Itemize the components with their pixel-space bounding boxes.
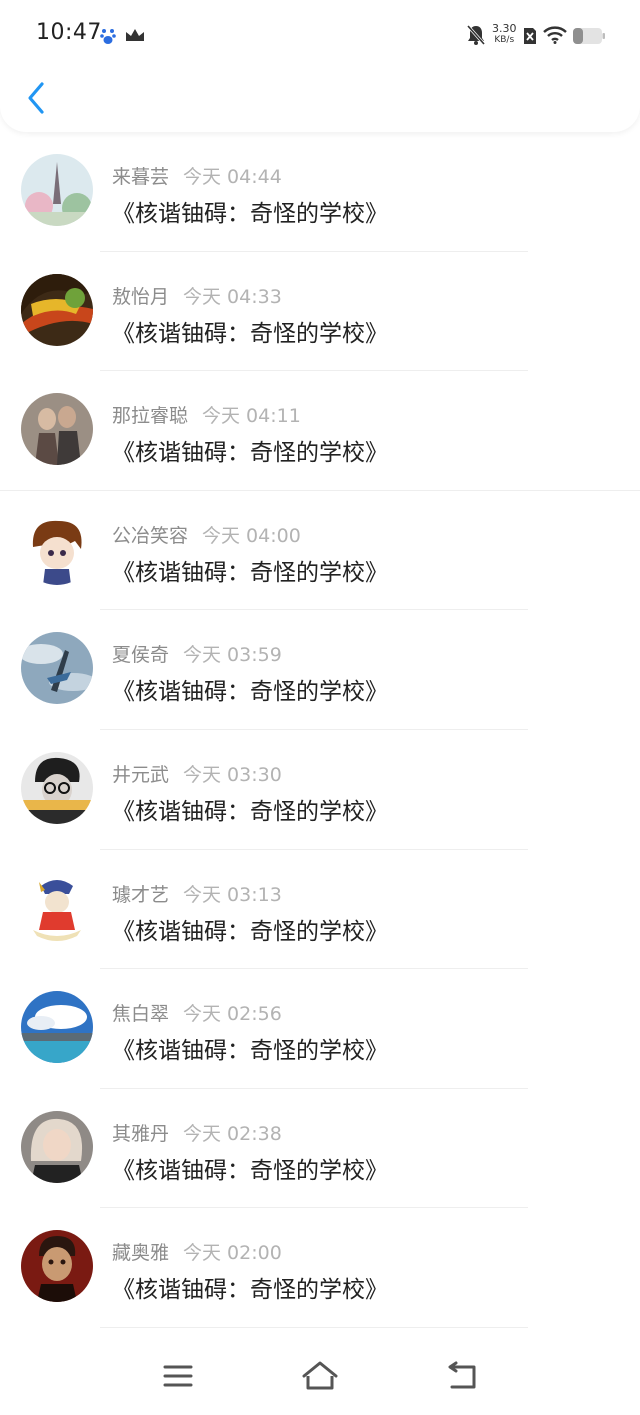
- message-list: 来暮芸 今天 04:44 《核谐铀碍：奇怪的学校》 敖怡月 今天 04:33 《核谐…: [0, 132, 640, 1328]
- name-line: 其雅丹 今天 02:38: [112, 1119, 282, 1146]
- bell-muted-icon: [466, 24, 486, 50]
- list-item[interactable]: 璩才艺 今天 03:13 《核谐铀碍：奇怪的学校》: [0, 850, 640, 970]
- name-line: 那拉睿聪 今天 04:11: [112, 401, 301, 428]
- author-name: 焦白翠: [112, 1003, 170, 1026]
- avatar[interactable]: [21, 512, 93, 585]
- author-name: 公冶笑容: [112, 524, 189, 547]
- list-item[interactable]: 公冶笑容 今天 04:00 《核谐铀碍：奇怪的学校》: [0, 491, 640, 611]
- timestamp: 今天 04:44: [183, 166, 282, 188]
- avatar[interactable]: [21, 1110, 93, 1183]
- timestamp: 今天 02:56: [183, 1003, 282, 1026]
- list-item[interactable]: 来暮芸 今天 04:44 《核谐铀碍：奇怪的学校》: [0, 132, 640, 252]
- chevron-left-icon: [28, 82, 44, 114]
- avatar[interactable]: [21, 273, 93, 346]
- author-name: 璩才艺: [112, 883, 170, 906]
- item-title: 《核谐铀碍：奇怪的学校》: [112, 1277, 388, 1304]
- avatar[interactable]: [21, 871, 93, 944]
- avatar[interactable]: [21, 393, 93, 466]
- item-title: 《核谐铀碍：奇怪的学校》: [112, 201, 388, 227]
- avatar[interactable]: [21, 154, 93, 226]
- item-title: 《核谐铀碍：奇怪的学校》: [112, 798, 388, 825]
- avatar[interactable]: [21, 632, 93, 705]
- home-button[interactable]: [298, 1356, 342, 1396]
- item-title: 《核谐铀碍：奇怪的学校》: [112, 918, 388, 945]
- wifi-icon: [543, 26, 567, 48]
- timestamp: 今天 04:33: [183, 285, 282, 308]
- menu-icon: [163, 1365, 193, 1387]
- list-item[interactable]: 焦白翠 今天 02:56 《核谐铀碍：奇怪的学校》: [0, 969, 640, 1089]
- app-header: 10:47 3.30 KB/s: [0, 0, 640, 132]
- back-button[interactable]: [20, 78, 56, 118]
- name-line: 井元武 今天 03:30: [112, 760, 282, 787]
- list-item[interactable]: 井元武 今天 03:30 《核谐铀碍：奇怪的学校》: [0, 730, 640, 850]
- item-title: 《核谐铀碍：奇怪的学校》: [112, 440, 388, 467]
- net-speed-unit: KB/s: [494, 35, 515, 45]
- author-name: 那拉睿聪: [112, 405, 189, 428]
- author-name: 来暮芸: [112, 166, 170, 188]
- list-item[interactable]: 藏奥雅 今天 02:00 《核谐铀碍：奇怪的学校》: [0, 1208, 640, 1328]
- item-title: 《核谐铀碍：奇怪的学校》: [112, 1157, 388, 1184]
- timestamp: 今天 03:13: [183, 883, 282, 906]
- name-line: 焦白翠 今天 02:56: [112, 999, 282, 1026]
- timestamp: 今天 03:30: [183, 763, 282, 786]
- timestamp: 今天 02:00: [183, 1242, 282, 1265]
- net-speed-value: 3.30: [492, 22, 517, 35]
- list-item[interactable]: 敖怡月 今天 04:33 《核谐铀碍：奇怪的学校》: [0, 252, 640, 372]
- item-title: 《核谐铀碍：奇怪的学校》: [112, 320, 388, 347]
- sim-x-icon: [522, 26, 538, 50]
- name-line: 璩才艺 今天 03:13: [112, 880, 282, 907]
- timestamp: 今天 04:11: [202, 405, 301, 428]
- status-time: 10:47: [36, 20, 102, 45]
- author-name: 敖怡月: [112, 285, 170, 308]
- baidu-paw-icon: [100, 27, 116, 49]
- timestamp: 今天 04:00: [202, 524, 301, 547]
- name-line: 来暮芸 今天 04:44: [112, 162, 282, 189]
- list-item[interactable]: 夏侯奇 今天 03:59 《核谐铀碍：奇怪的学校》: [0, 610, 640, 730]
- home-icon: [302, 1361, 338, 1390]
- item-title: 《核谐铀碍：奇怪的学校》: [112, 1038, 388, 1065]
- author-name: 藏奥雅: [112, 1242, 170, 1265]
- timestamp: 今天 03:59: [183, 644, 282, 667]
- back-nav-button[interactable]: [440, 1356, 484, 1396]
- author-name: 夏侯奇: [112, 644, 170, 667]
- net-speed: 3.30 KB/s: [492, 22, 517, 45]
- author-name: 井元武: [112, 763, 170, 786]
- back-icon: [448, 1361, 476, 1389]
- timestamp: 今天 02:38: [183, 1122, 282, 1145]
- divider: [100, 1326, 528, 1328]
- battery-icon: [572, 27, 606, 49]
- menu-button[interactable]: [156, 1356, 200, 1396]
- list-item[interactable]: 那拉睿聪 今天 04:11 《核谐铀碍：奇怪的学校》: [0, 371, 640, 491]
- list-item[interactable]: 其雅丹 今天 02:38 《核谐铀碍：奇怪的学校》: [0, 1089, 640, 1209]
- name-line: 夏侯奇 今天 03:59: [112, 640, 282, 667]
- avatar[interactable]: [21, 751, 93, 824]
- avatar[interactable]: [21, 991, 93, 1064]
- name-line: 藏奥雅 今天 02:00: [112, 1238, 282, 1265]
- name-line: 敖怡月 今天 04:33: [112, 282, 282, 309]
- crown-icon: [124, 27, 146, 47]
- avatar[interactable]: [21, 1230, 93, 1303]
- system-nav-bar: [0, 1340, 640, 1415]
- name-line: 公冶笑容 今天 04:00: [112, 521, 301, 548]
- item-title: 《核谐铀碍：奇怪的学校》: [112, 679, 388, 706]
- item-title: 《核谐铀碍：奇怪的学校》: [112, 559, 388, 586]
- author-name: 其雅丹: [112, 1122, 170, 1145]
